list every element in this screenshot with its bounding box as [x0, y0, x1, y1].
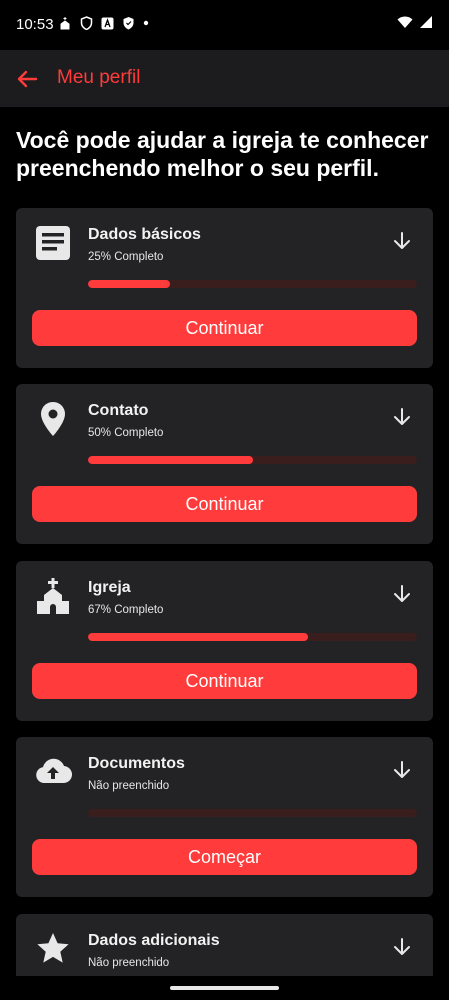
arrow-down-icon[interactable] — [391, 230, 413, 252]
profile-headline: Você pode ajudar a igreja te conhecer pr… — [16, 127, 429, 181]
status-time: 10:53 — [16, 16, 54, 33]
cloud-upload-icon — [36, 758, 72, 784]
card-status: 67% Completo — [88, 604, 164, 616]
arrow-down-icon[interactable] — [391, 406, 413, 428]
card-title: Documentos — [88, 755, 185, 772]
shield-check-icon — [123, 17, 134, 30]
signal-icon — [420, 16, 432, 28]
card-status: 25% Completo — [88, 251, 164, 263]
shield-icon — [80, 16, 93, 30]
card-title: Dados básicos — [88, 226, 201, 243]
arrow-down-icon[interactable] — [391, 936, 413, 958]
continue-button[interactable]: Continuar — [32, 663, 417, 699]
gesture-nav-bar[interactable] — [170, 986, 279, 990]
card-contato: Contato 50% Completo Continuar — [16, 384, 433, 544]
arrow-down-icon[interactable] — [391, 583, 413, 605]
back-arrow-icon[interactable] — [14, 66, 40, 92]
system-icons — [397, 15, 433, 29]
card-title: Igreja — [88, 579, 131, 596]
continue-button[interactable]: Continuar — [32, 310, 417, 346]
card-documentos: Documentos Não preenchido Começar — [16, 737, 433, 897]
app-bar: Meu perfil — [0, 50, 449, 107]
notification-icons — [58, 16, 149, 30]
card-dados-basicos: Dados básicos 25% Completo Continuar — [16, 208, 433, 368]
document-icon — [36, 226, 70, 260]
church-icon — [37, 578, 69, 614]
star-icon — [37, 933, 69, 963]
progress-fill — [88, 456, 253, 464]
progress-bar — [88, 456, 417, 464]
progress-bar — [88, 280, 417, 288]
card-title: Contato — [88, 402, 149, 419]
progress-fill — [88, 280, 171, 288]
start-button[interactable]: Começar — [32, 839, 417, 875]
app-a-icon — [101, 17, 114, 29]
progress-bar — [88, 809, 417, 817]
card-status: 50% Completo — [88, 427, 164, 439]
church-notification-icon — [60, 17, 70, 30]
continue-button[interactable]: Continuar — [32, 486, 417, 522]
dot-icon — [143, 20, 149, 26]
location-pin-icon — [41, 402, 65, 436]
card-status: Não preenchido — [88, 957, 170, 969]
card-igreja: Igreja 67% Completo Continuar — [16, 561, 433, 721]
page-title: Meu perfil — [57, 67, 141, 88]
card-status: Não preenchido — [88, 780, 170, 792]
arrow-down-icon[interactable] — [391, 759, 413, 781]
progress-bar — [88, 633, 417, 641]
card-title: Dados adicionais — [88, 932, 220, 949]
progress-fill — [88, 633, 309, 641]
status-bar: 10:53 — [0, 0, 449, 50]
card-dados-adicionais: Dados adicionais Não preenchido — [16, 914, 433, 976]
wifi-icon — [397, 16, 413, 28]
